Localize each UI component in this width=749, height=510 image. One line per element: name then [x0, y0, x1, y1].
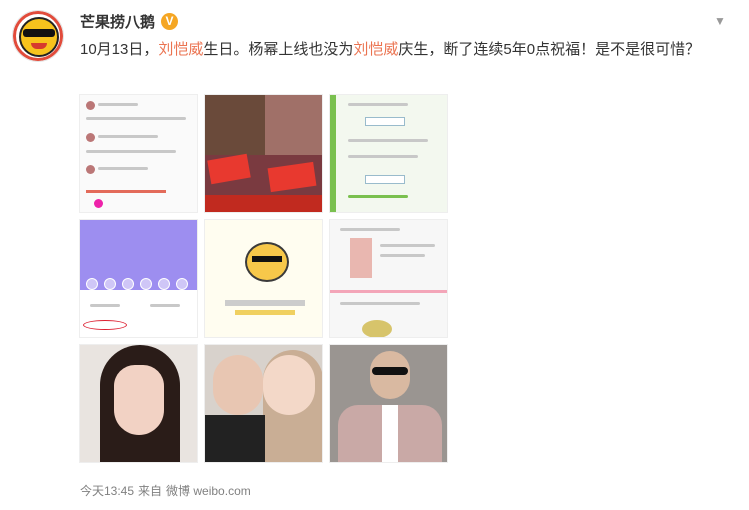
chick-illustration [245, 242, 289, 282]
portrait-face [263, 355, 315, 415]
portrait-suit [205, 415, 265, 462]
post-text-part: 庆生，断了连续5年0点祝福！是不是很可惜？ [398, 41, 701, 58]
username-row: 芒果捞八鹅 V [80, 11, 179, 32]
avatar-thumb [176, 278, 188, 290]
avatar-thumb [104, 278, 116, 290]
grid-image-4[interactable] [79, 219, 198, 338]
divider [330, 290, 447, 293]
post-text-part: 生日。杨幂上线也没为 [203, 41, 354, 58]
avatar[interactable] [12, 10, 64, 62]
text-line [90, 304, 120, 307]
portrait-shirt [382, 405, 398, 462]
text-line [150, 304, 180, 307]
portrait-face [114, 365, 164, 435]
post-text-part: 10月13日， [80, 41, 159, 58]
avatar-ring [13, 11, 63, 61]
text-line [98, 103, 138, 106]
avatar-thumb [158, 278, 170, 290]
photo-panel [265, 95, 322, 155]
circle-annotation [83, 320, 127, 330]
chick-glasses [252, 256, 282, 262]
avatar-thumb [86, 165, 95, 174]
text-line [380, 254, 425, 257]
text-line [380, 244, 435, 247]
grid-image-2[interactable] [204, 94, 323, 213]
portrait-face [213, 355, 263, 415]
photo-panel [205, 95, 265, 155]
avatar-thumb [122, 278, 134, 290]
food-photo [362, 320, 392, 337]
portrait-sunglasses [372, 367, 408, 375]
grid-image-1[interactable] [79, 94, 198, 213]
caption-line [225, 300, 305, 306]
image-grid [79, 94, 452, 465]
avatar-row [86, 278, 188, 290]
text-line [348, 103, 408, 106]
avatar-thumb [94, 199, 103, 208]
text-line [98, 167, 148, 170]
post-source[interactable]: 微博 weibo.com [166, 482, 251, 499]
text-line [340, 228, 400, 231]
avatar-thumb [86, 278, 98, 290]
grid-image-6[interactable] [329, 219, 448, 338]
banner-footer [205, 195, 322, 212]
text-line [348, 195, 408, 198]
mention-link[interactable]: 刘恺威 [158, 41, 203, 58]
accent-bar [330, 95, 336, 212]
caption-line [235, 310, 295, 315]
text-line [98, 135, 158, 138]
mention-link[interactable]: 刘恺威 [353, 41, 398, 58]
chevron-down-icon[interactable]: ▼ [714, 14, 730, 28]
avatar-thumb [86, 101, 95, 110]
verified-icon: V [161, 12, 179, 30]
grid-image-7[interactable] [79, 344, 198, 463]
post-text: 10月13日，刘恺威生日。杨幂上线也没为刘恺威庆生，断了连续5年0点祝福！是不是… [80, 37, 720, 63]
text-line [86, 150, 176, 153]
button-graphic [365, 175, 405, 184]
avatar-thumb [86, 133, 95, 142]
post-time[interactable]: 今天13:45 [80, 482, 134, 499]
text-line [340, 302, 420, 305]
from-label: 来自 [138, 484, 163, 498]
post-meta: 今天13:45 来自 微博 weibo.com [80, 482, 251, 499]
photo-thumb [350, 238, 372, 278]
text-line [348, 155, 418, 158]
grid-image-5[interactable] [204, 219, 323, 338]
grid-image-3[interactable] [329, 94, 448, 213]
grid-image-8[interactable] [204, 344, 323, 463]
portrait-face [370, 351, 410, 399]
username-link[interactable]: 芒果捞八鹅 [80, 11, 155, 32]
avatar-thumb [140, 278, 152, 290]
text-line [348, 139, 428, 142]
grid-image-9[interactable] [329, 344, 448, 463]
text-line [86, 117, 186, 120]
weibo-post-card: 芒果捞八鹅 V ▼ 10月13日，刘恺威生日。杨幂上线也没为刘恺威庆生，断了连续… [0, 0, 749, 510]
button-graphic [365, 117, 405, 126]
highlight-line [86, 190, 166, 193]
